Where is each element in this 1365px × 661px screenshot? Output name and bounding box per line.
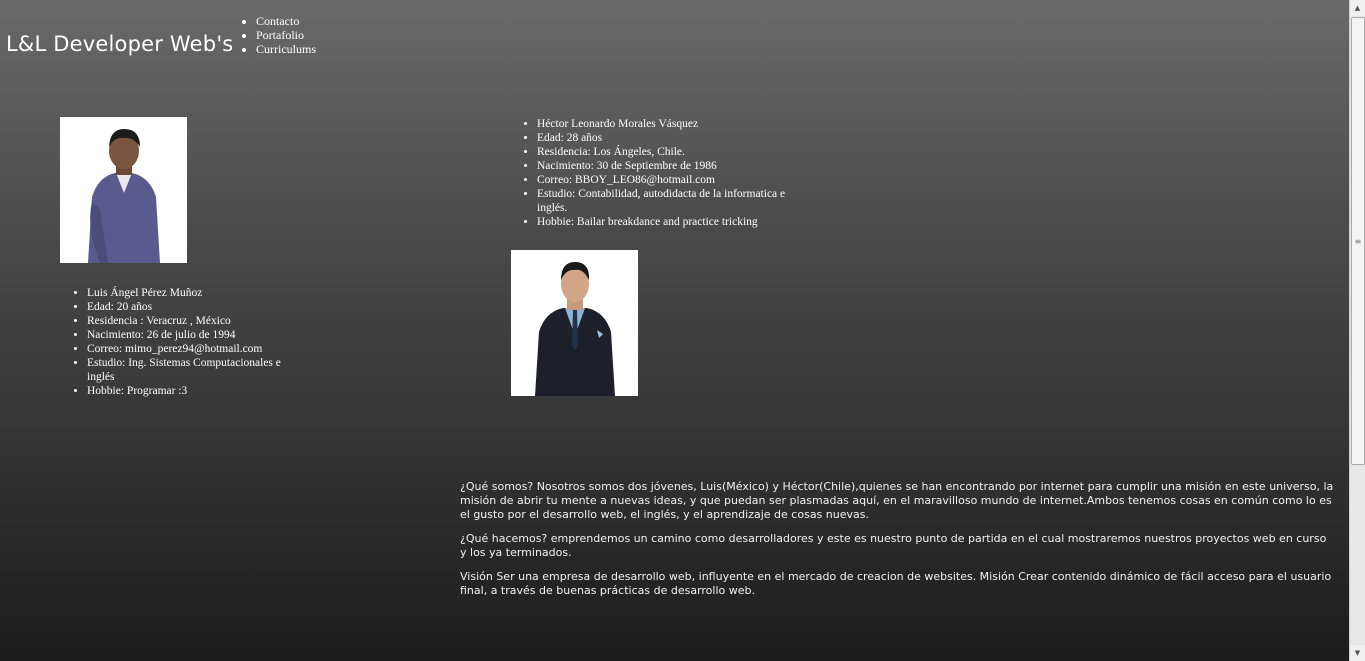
hector-birth: Nacimiento: 30 de Septiembre de 1986 xyxy=(537,159,802,173)
scrollbar-thumb[interactable]: ≡ xyxy=(1351,17,1365,465)
arrow-down-icon[interactable]: ▼ xyxy=(1350,645,1365,661)
site-title: L&L Developer Web's xyxy=(6,32,234,56)
luis-study: Estudio: Ing. Sistemas Computacionales e… xyxy=(87,356,302,384)
nav-item-portafolio[interactable]: Portafolio xyxy=(256,28,316,42)
main-nav: Contacto Portafolio Curriculums xyxy=(238,14,316,56)
que-hacemos-text: ¿Qué hacemos? emprendemos un camino como… xyxy=(460,532,1327,559)
hector-hobby: Hobbie: Bailar breakdance and practice t… xyxy=(537,215,802,229)
luis-birth: Nacimiento: 26 de julio de 1994 xyxy=(87,328,302,342)
nav-link-contacto[interactable]: Contacto xyxy=(256,14,299,28)
grip-icon: ≡ xyxy=(1354,236,1362,246)
hector-email: Correo: BBOY_LEO86@hotmail.com xyxy=(537,173,802,187)
nav-link-portafolio[interactable]: Portafolio xyxy=(256,28,304,42)
person-portrait-icon xyxy=(60,117,187,263)
vision-mision-text: Visión Ser una empresa de desarrollo web… xyxy=(460,570,1332,597)
luis-age: Edad: 20 años xyxy=(87,300,302,314)
about-section: ¿Qué somos? Nosotros somos dos jóvenes, … xyxy=(460,480,1335,608)
luis-email: Correo: mimo_perez94@hotmail.com xyxy=(87,342,302,356)
nav-link-curriculums[interactable]: Curriculums xyxy=(256,42,316,56)
nav-item-curriculums[interactable]: Curriculums xyxy=(256,42,316,56)
luis-name: Luis Ángel Pérez Muñoz xyxy=(87,286,302,300)
vertical-scrollbar[interactable]: ▲ ≡ ▼ xyxy=(1349,0,1365,661)
hector-residence: Residencia: Los Ángeles, Chile. xyxy=(537,145,802,159)
hector-photo xyxy=(511,250,638,396)
hector-age: Edad: 28 años xyxy=(537,131,802,145)
luis-hobby: Hobbie: Programar :3 xyxy=(87,384,302,398)
arrow-up-icon[interactable]: ▲ xyxy=(1350,0,1365,16)
que-somos-text: ¿Qué somos? Nosotros somos dos jóvenes, … xyxy=(460,480,1334,521)
person-portrait-icon xyxy=(511,250,638,396)
luis-details: Luis Ángel Pérez Muñoz Edad: 20 años Res… xyxy=(69,286,302,398)
hector-study: Estudio: Contabilidad, autodidacta de la… xyxy=(537,187,802,215)
hector-name: Héctor Leonardo Morales Vásquez xyxy=(537,117,802,131)
nav-item-contacto[interactable]: Contacto xyxy=(256,14,316,28)
luis-photo xyxy=(60,117,187,263)
luis-residence: Residencia : Veracruz , México xyxy=(87,314,302,328)
hector-details: Héctor Leonardo Morales Vásquez Edad: 28… xyxy=(519,117,802,229)
